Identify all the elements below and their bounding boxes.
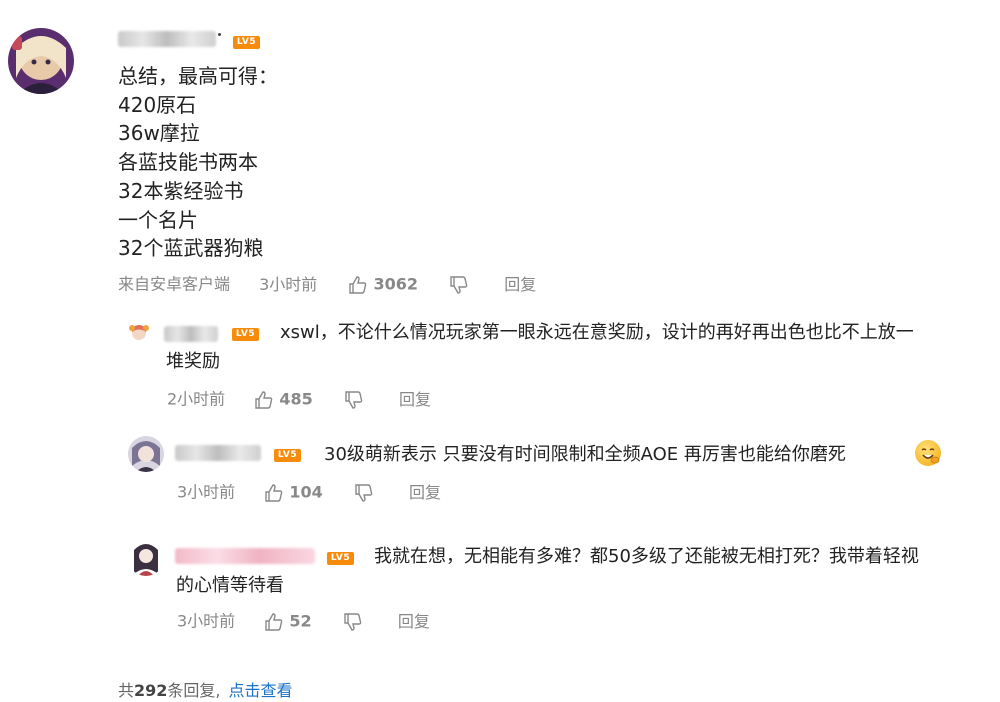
thumb-down-icon: [345, 391, 363, 409]
reply-meta: 2小时前 485 回复: [167, 388, 431, 410]
comment-line: 各蓝技能书两本: [118, 150, 258, 175]
like-button[interactable]: 52: [264, 611, 316, 631]
thumb-down-icon: [344, 613, 362, 631]
reply-avatar[interactable]: [128, 321, 150, 343]
reply-name-blurred[interactable]: [175, 445, 261, 461]
replies-summary: 共292条回复, 点击查看: [118, 680, 293, 702]
comment-meta: 来自安卓客户端 3小时前 3062 回复: [118, 273, 536, 295]
reply-meta: 3小时前 52 回复: [177, 610, 430, 632]
comment-time: 3小时前: [259, 274, 318, 294]
thumb-up-icon: [255, 391, 273, 409]
thumb-up-icon: [265, 484, 283, 502]
like-button[interactable]: 104: [264, 482, 328, 502]
like-count: 104: [289, 482, 323, 502]
reply-button[interactable]: 回复: [504, 275, 536, 294]
reply-total-count: 292: [134, 681, 168, 700]
reply-text-continued: 堆奖励: [166, 351, 220, 372]
reply-avatar[interactable]: [128, 436, 164, 472]
like-count: 3062: [373, 274, 419, 294]
commenter-avatar[interactable]: [8, 28, 74, 94]
reply-text-continued: 的心情等待看: [176, 575, 284, 596]
summary-prefix: 共: [118, 681, 135, 700]
comment-line: 一个名片: [118, 207, 198, 232]
commenter-name-blurred[interactable]: [118, 31, 216, 47]
reply-button[interactable]: 回复: [398, 612, 430, 631]
comment-body: 总结，最高可得： 420原石 36w摩拉 各蓝技能书两本 32本紫经验书 一个名…: [118, 62, 278, 263]
grin-emoji-icon: [915, 440, 941, 466]
reply-text: xswl，不论什么情况玩家第一眼永远在意奖励，设计的再好再出色也比不上放一: [280, 318, 914, 348]
like-count: 52: [289, 611, 312, 631]
dislike-button[interactable]: [354, 483, 379, 502]
thumb-down-icon: [355, 484, 373, 502]
summary-suffix: 条回复,: [167, 681, 221, 700]
reply-text: 我就在想，无相能有多难？都50多级了还能被无相打死？我带着轻视: [374, 546, 919, 567]
like-button[interactable]: 485: [254, 389, 318, 409]
reply-time: 3小时前: [177, 611, 236, 631]
dislike-button[interactable]: [343, 612, 368, 631]
reply-time: 3小时前: [177, 482, 236, 502]
thumb-up-icon: [265, 613, 283, 631]
level-badge: LV5: [327, 552, 354, 565]
comment-line: 36w摩拉: [118, 121, 200, 146]
like-button[interactable]: 3062: [348, 274, 423, 294]
dislike-button[interactable]: [344, 390, 369, 409]
name-dot: [218, 33, 221, 36]
view-all-replies-link[interactable]: 点击查看: [229, 681, 293, 700]
reply-time: 2小时前: [167, 389, 226, 409]
comment-source: 来自安卓客户端: [118, 274, 231, 294]
dislike-button[interactable]: [449, 275, 474, 294]
level-badge: LV5: [233, 36, 260, 49]
like-count: 485: [279, 389, 313, 409]
reply-meta: 3小时前 104 回复: [177, 481, 441, 503]
comment-line: 总结，最高可得：: [118, 64, 278, 88]
reply-avatar[interactable]: [128, 540, 164, 576]
reply-name-blurred[interactable]: [175, 548, 315, 564]
reply-text: 30级萌新表示 只要没有时间限制和全频AOE 再厉害也能给你磨死: [324, 444, 846, 465]
reply-name-blurred[interactable]: [164, 326, 218, 342]
thumb-down-icon: [450, 276, 468, 294]
comment-line: 32个蓝武器狗粮: [118, 236, 264, 261]
comment-line: 32本紫经验书: [118, 178, 244, 203]
level-badge: LV5: [274, 449, 301, 462]
level-badge: LV5: [232, 328, 259, 341]
reply-button[interactable]: 回复: [409, 483, 441, 502]
thumb-up-icon: [349, 276, 367, 294]
comment-line: 420原石: [118, 92, 197, 117]
reply-button[interactable]: 回复: [399, 390, 431, 409]
reply-text-line: xswl，不论什么情况玩家第一眼永远在意奖励，设计的再好再出色也比不上放一: [280, 322, 914, 343]
